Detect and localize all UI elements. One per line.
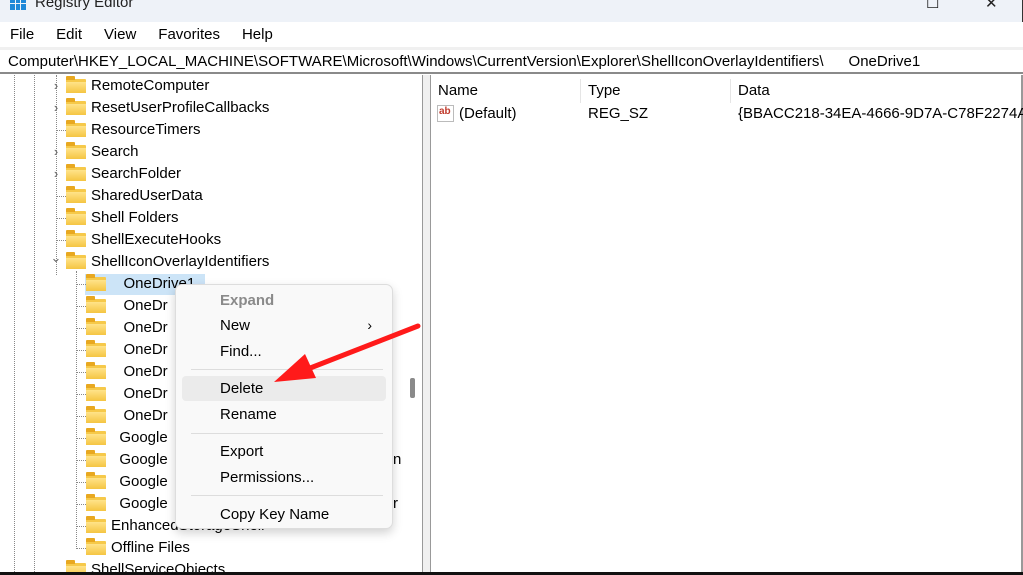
annotation-arrow-icon [274, 323, 421, 382]
